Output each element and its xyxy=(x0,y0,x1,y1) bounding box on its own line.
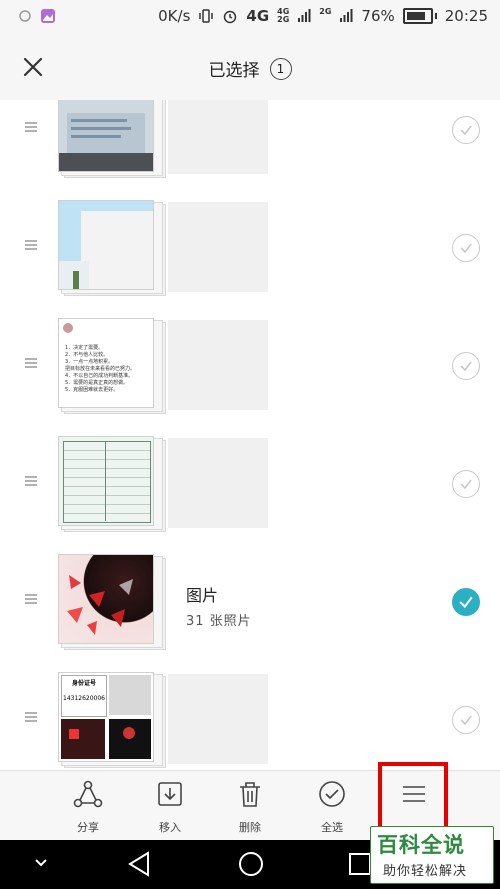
gallery-notification-icon xyxy=(41,9,55,23)
chevron-down-icon xyxy=(35,859,47,867)
sync-icon xyxy=(19,10,31,22)
select-checkbox-checked[interactable] xyxy=(452,588,480,616)
share-label: 分享 xyxy=(77,821,99,834)
doc-line: 把目标放在未来看看的已努力。 xyxy=(65,366,136,372)
album-thumbnail xyxy=(58,554,166,650)
selection-header: 已选择 1 xyxy=(0,34,500,101)
move-in-icon xyxy=(158,782,182,806)
back-triangle-icon xyxy=(128,851,149,877)
select-checkbox[interactable] xyxy=(452,352,480,380)
nav-home-button[interactable] xyxy=(237,850,265,882)
blurred-album-info xyxy=(168,320,268,410)
check-icon xyxy=(460,361,472,372)
album-thumbnail xyxy=(58,436,166,532)
blurred-album-info xyxy=(168,202,268,292)
sim1-type: 4G 2G xyxy=(277,8,289,24)
check-icon xyxy=(459,596,473,609)
album-thumbnail xyxy=(58,100,166,178)
selected-count-badge: 1 xyxy=(269,57,292,80)
list-item[interactable]: 身份证号 14312620006 xyxy=(0,660,500,770)
page-title: 已选择 xyxy=(208,61,260,81)
battery-percent: 76% xyxy=(361,7,395,25)
album-thumbnail: 身份证号 14312620006 xyxy=(58,672,166,768)
delete-label: 删除 xyxy=(239,821,261,834)
recents-square-icon xyxy=(349,853,371,875)
album-thumbnail xyxy=(58,200,166,296)
list-item[interactable]: 1．决定了需要。 2．不与他人比较。 3．一点一点地积累。 把目标放在未来看看的… xyxy=(0,306,500,425)
doc-line: 5．需要的是真正真的想做。 xyxy=(65,380,129,386)
check-icon xyxy=(460,243,472,254)
delete-button[interactable]: 删除 xyxy=(220,779,280,839)
battery-icon xyxy=(402,8,437,24)
share-button[interactable]: 分享 xyxy=(58,779,118,839)
check-icon xyxy=(460,125,472,136)
network-speed: 0K/s xyxy=(158,7,191,25)
select-checkbox[interactable] xyxy=(452,470,480,498)
share-icon xyxy=(73,780,103,808)
sim2-type: 2G xyxy=(319,7,332,16)
select-all-button[interactable]: 全选 xyxy=(302,779,362,839)
trash-icon xyxy=(240,782,260,807)
sim1-type-bottom: 2G xyxy=(277,15,290,24)
blurred-album-info xyxy=(168,674,268,764)
album-thumbnail: 1．决定了需要。 2．不与他人比较。 3．一点一点地积累。 把目标放在未来看看的… xyxy=(58,318,166,414)
doc-line: 3．一点一点地积累。 xyxy=(65,359,114,365)
nav-back-button[interactable] xyxy=(126,850,152,882)
album-list: 1．决定了需要。 2．不与他人比较。 3．一点一点地积累。 把目标放在未来看看的… xyxy=(0,100,500,770)
home-circle-icon xyxy=(239,852,263,876)
watermark-logo: 百科全说 助你轻松解决 xyxy=(370,826,494,884)
card-number: 14312620006 xyxy=(63,695,105,702)
doc-line: 1．决定了需要。 xyxy=(65,345,104,351)
watermark-subtitle: 助你轻松解决 xyxy=(383,864,468,879)
nav-recents-button[interactable] xyxy=(348,852,372,880)
watermark-title: 百科全说 xyxy=(377,833,465,857)
red-flowers-image xyxy=(67,575,133,635)
select-checkbox[interactable] xyxy=(452,234,480,262)
network-type-4g: 4G xyxy=(246,7,270,25)
doc-line: 4．不以自己的成功判断基准。 xyxy=(65,373,134,379)
select-checkbox[interactable] xyxy=(452,116,480,144)
signal-sim2-icon xyxy=(340,9,353,22)
alarm-icon xyxy=(224,10,237,24)
vibrate-icon xyxy=(199,9,214,23)
nav-dropdown-button[interactable] xyxy=(32,854,50,876)
card-label: 身份证号 xyxy=(71,680,96,687)
check-icon xyxy=(460,479,472,490)
album-name: 图片 xyxy=(186,586,219,605)
signal-sim1-icon xyxy=(298,9,311,22)
doc-line: 5．克服困难就去更好。 xyxy=(65,387,119,393)
list-item[interactable] xyxy=(0,424,500,543)
doc-line: 2．不与他人比较。 xyxy=(65,352,109,358)
select-checkbox[interactable] xyxy=(452,706,480,734)
drag-handle-icon[interactable] xyxy=(24,474,38,488)
list-item-selected[interactable]: 图片 31 张照片 xyxy=(0,542,500,661)
select-all-label: 全选 xyxy=(321,821,343,834)
drag-handle-icon[interactable] xyxy=(24,238,38,252)
blurred-album-info xyxy=(168,438,268,528)
check-circle-icon xyxy=(319,781,345,807)
clock: 20:25 xyxy=(444,7,488,25)
blurred-album-info xyxy=(168,100,268,174)
move-in-label: 移入 xyxy=(159,821,181,834)
check-icon xyxy=(460,715,472,726)
album-photo-count: 31 张照片 xyxy=(186,614,252,629)
drag-handle-icon[interactable] xyxy=(24,120,38,134)
drag-handle-icon[interactable] xyxy=(24,356,38,370)
list-item[interactable] xyxy=(0,100,500,189)
drag-handle-icon[interactable] xyxy=(24,592,38,606)
move-in-button[interactable]: 移入 xyxy=(140,779,200,839)
status-bar: 0K/s 4G 4G 2G 2G 76% 20:25 xyxy=(0,0,500,34)
list-item[interactable] xyxy=(0,188,500,307)
drag-handle-icon[interactable] xyxy=(24,710,38,724)
